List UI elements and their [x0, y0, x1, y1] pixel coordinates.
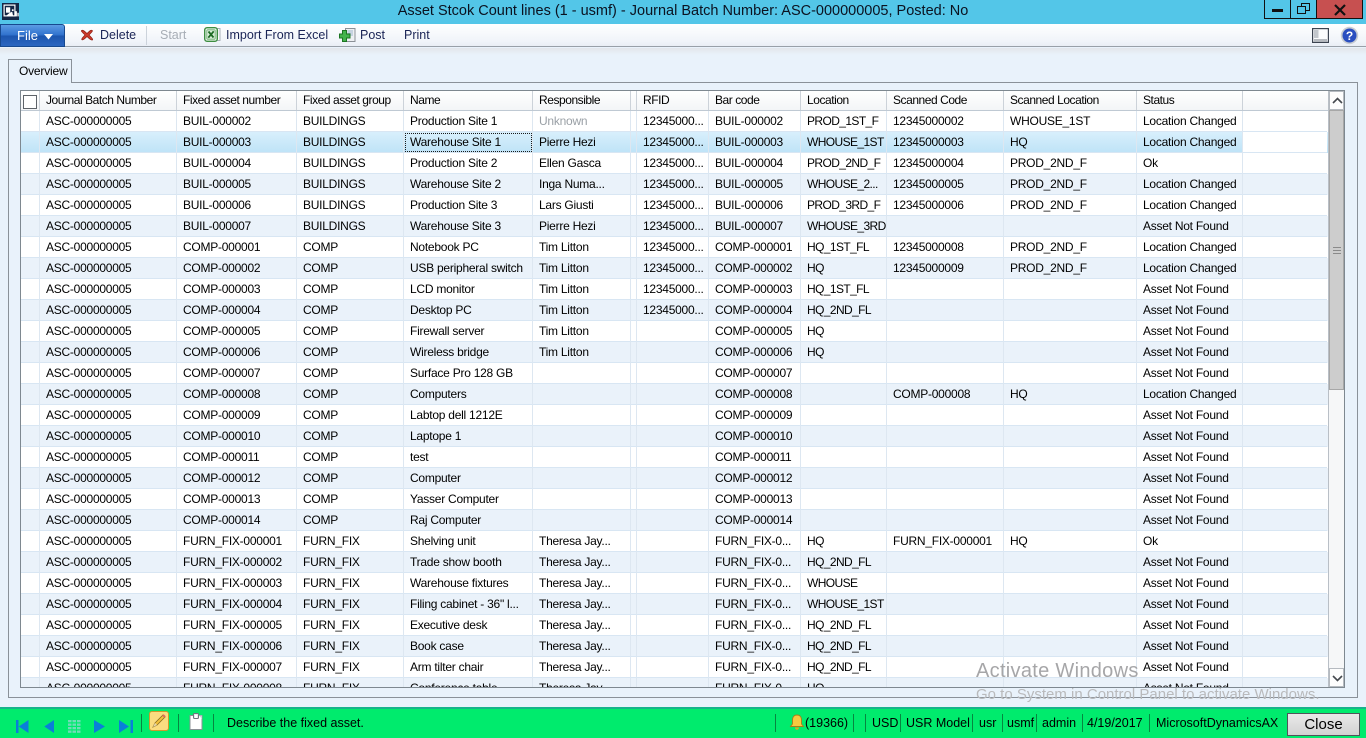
svg-text:?: ?: [1346, 29, 1353, 43]
